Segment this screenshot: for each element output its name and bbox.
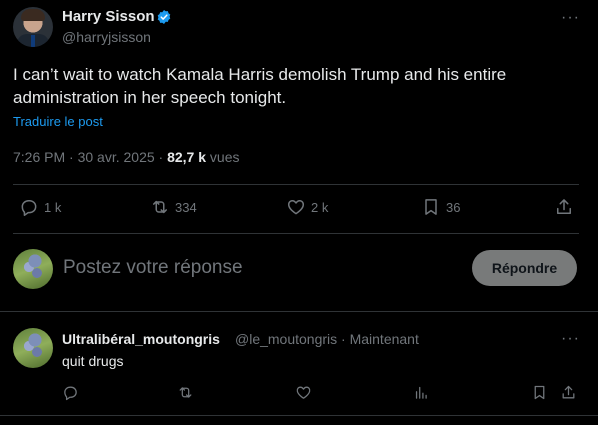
- repost-action[interactable]: 334: [150, 197, 197, 217]
- author-handle[interactable]: @harryjsisson: [62, 29, 151, 45]
- bookmark-icon: [425, 199, 437, 215]
- views-count[interactable]: 82,7 k: [167, 149, 206, 165]
- reply-icon: [21, 200, 37, 216]
- divider: [13, 184, 579, 185]
- divider: [0, 311, 598, 312]
- reply-text: quit drugs: [62, 353, 124, 369]
- reply-action[interactable]: [62, 384, 79, 406]
- repost-icon: [179, 387, 192, 398]
- reply-author-name[interactable]: Ultralibéral_moutongris: [62, 331, 220, 347]
- author-name[interactable]: Harry Sisson: [62, 8, 155, 25]
- tweet-text: I can’t wait to watch Kamala Harris demo…: [13, 65, 507, 107]
- bookmark-action[interactable]: 36: [421, 197, 460, 217]
- share-icon: [562, 385, 575, 399]
- like-icon: [287, 200, 305, 215]
- author-avatar[interactable]: [13, 7, 53, 47]
- reply-count: 1 k: [44, 199, 62, 215]
- bookmark-icon: [534, 385, 545, 400]
- tweet-meta: 7:26 PM · 30 avr. 2025 · 82,7 k vues: [13, 149, 240, 165]
- divider: [13, 233, 579, 234]
- reply-author-avatar[interactable]: [13, 328, 53, 368]
- share-icon: [557, 199, 571, 214]
- repost-icon: [153, 200, 167, 214]
- reply-author-handle[interactable]: @le_moutongris · Maintenant: [235, 331, 419, 347]
- like-action[interactable]: [295, 384, 312, 406]
- reply-action[interactable]: 1 k: [19, 197, 61, 217]
- more-icon[interactable]: ···: [561, 330, 580, 348]
- repost-count: 334: [175, 199, 197, 215]
- translate-link[interactable]: Traduire le post: [13, 114, 103, 129]
- share-action[interactable]: [554, 197, 574, 217]
- share-action[interactable]: [560, 384, 577, 406]
- views-action[interactable]: [413, 384, 430, 406]
- bookmark-action[interactable]: [531, 384, 548, 406]
- bookmark-count: 36: [446, 199, 461, 215]
- views-icon: [415, 386, 427, 399]
- repost-action[interactable]: [177, 384, 194, 406]
- divider: [0, 415, 598, 416]
- tweet-time[interactable]: 7:26 PM · 30 avr. 2025 ·: [13, 149, 167, 165]
- reply-button[interactable]: Répondre: [472, 250, 577, 286]
- verified-badge-icon: [157, 10, 171, 24]
- user-avatar[interactable]: [13, 249, 53, 289]
- like-icon: [296, 386, 311, 399]
- like-count: 2 k: [311, 199, 329, 215]
- like-action[interactable]: 2 k: [286, 197, 328, 217]
- reply-icon: [64, 386, 77, 401]
- views-label: vues: [206, 149, 240, 165]
- more-icon[interactable]: ···: [561, 9, 580, 27]
- reply-input[interactable]: Postez votre réponse: [63, 257, 243, 279]
